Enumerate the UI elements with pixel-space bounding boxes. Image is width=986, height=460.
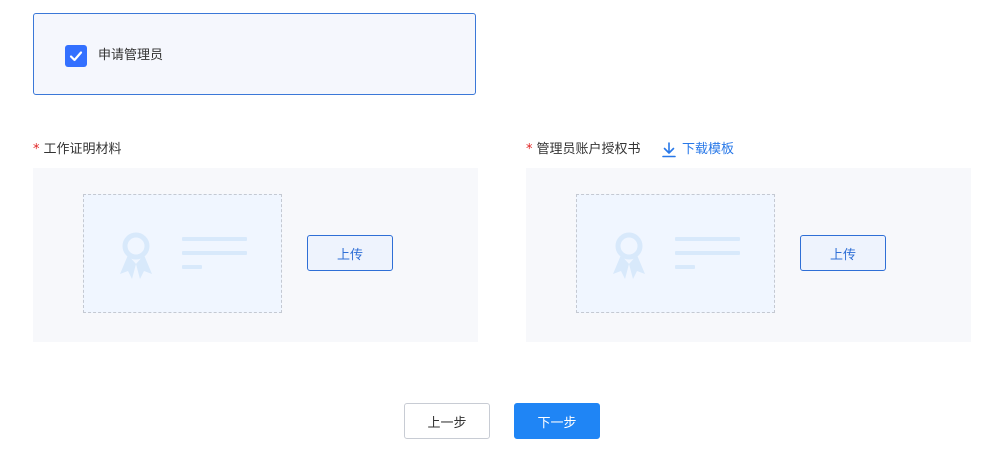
next-step-button[interactable]: 下一步 — [514, 403, 600, 439]
work-proof-label: * 工作证明材料 — [33, 140, 122, 160]
required-mark: * — [526, 142, 533, 157]
page: 申请管理员 * 工作证明材料 上传 * 管理员账户授权书 下载模板 上传 上一步… — [0, 0, 986, 460]
authorization-preview[interactable] — [576, 194, 775, 313]
admin-option-card[interactable]: 申请管理员 — [33, 13, 476, 95]
prev-step-button[interactable]: 上一步 — [404, 403, 490, 439]
authorization-label-text: 管理员账户授权书 — [536, 142, 641, 157]
apply-admin-label: 申请管理员 — [98, 48, 164, 63]
work-proof-preview[interactable] — [83, 194, 282, 313]
authorization-upload-button[interactable]: 上传 — [800, 235, 886, 271]
work-proof-label-text: 工作证明材料 — [43, 142, 122, 157]
certificate-icon — [120, 232, 247, 279]
authorization-label: * 管理员账户授权书 — [526, 140, 641, 160]
authorization-upload-panel: 上传 — [526, 168, 971, 342]
work-proof-upload-button[interactable]: 上传 — [307, 235, 393, 271]
download-icon — [662, 142, 676, 158]
certificate-icon — [613, 232, 740, 279]
apply-admin-checkbox[interactable] — [65, 45, 87, 67]
download-template-label: 下载模板 — [682, 142, 735, 157]
check-icon — [69, 51, 83, 62]
work-proof-upload-panel: 上传 — [33, 168, 478, 342]
required-mark: * — [33, 142, 40, 157]
download-template-link[interactable]: 下载模板 — [662, 140, 734, 160]
